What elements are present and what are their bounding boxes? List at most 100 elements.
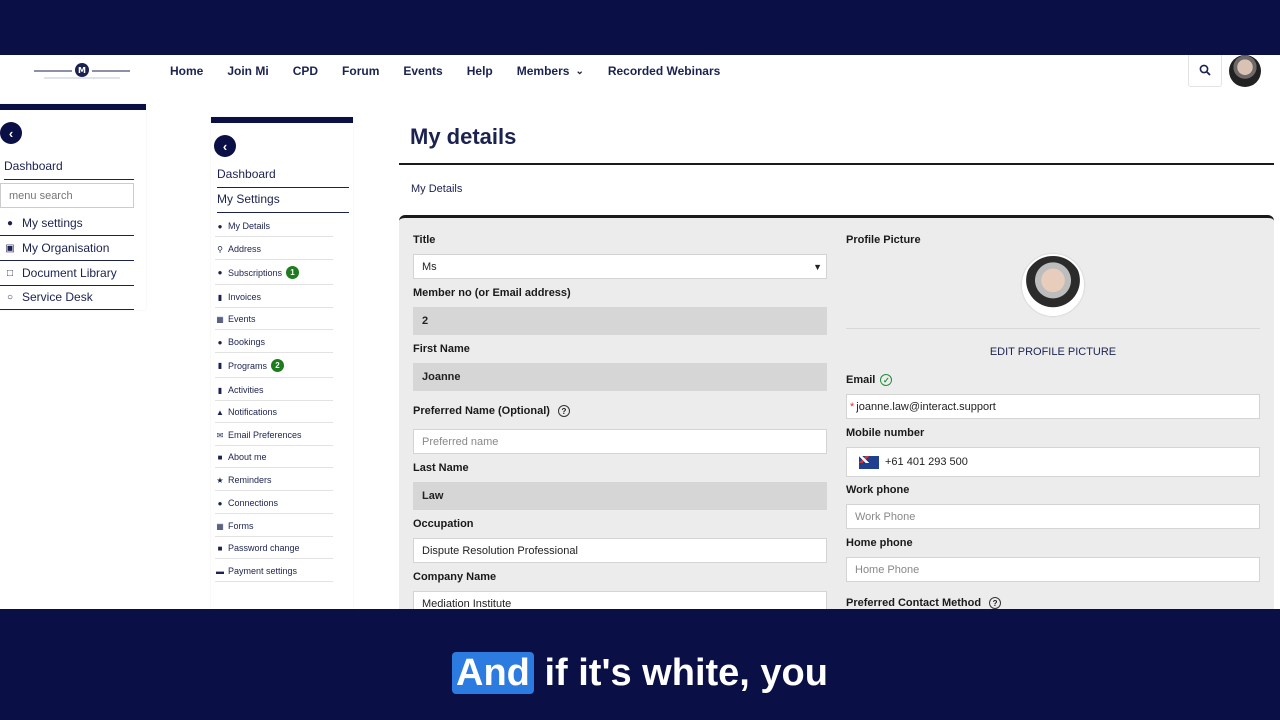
nav-forum[interactable]: Forum bbox=[342, 63, 379, 79]
last-name-field: Law bbox=[413, 482, 827, 510]
main-nav: Home Join Mi CPD Forum Events Help Membe… bbox=[170, 63, 744, 79]
sidebar-item-my-organisation[interactable]: ▣ My Organisation bbox=[0, 241, 134, 261]
australia-flag-icon[interactable] bbox=[859, 455, 879, 469]
user-avatar[interactable] bbox=[1229, 55, 1261, 87]
sidebar-item-label: Activities bbox=[228, 385, 264, 395]
sidebar-item-label: Notifications bbox=[228, 407, 278, 417]
help-icon[interactable]: ? bbox=[989, 597, 1002, 609]
first-name-field: Joanne bbox=[413, 363, 827, 391]
credit-card-icon: ▬ bbox=[216, 566, 224, 576]
site-logo[interactable]: M bbox=[34, 60, 130, 82]
first-name-label: First Name bbox=[413, 343, 470, 355]
sidebar-item-bookings[interactable]: ● Bookings bbox=[215, 337, 333, 353]
work-phone-input[interactable]: Work Phone bbox=[846, 504, 1260, 529]
sidebar-item-dashboard[interactable]: Dashboard bbox=[217, 167, 349, 188]
nav-cpd[interactable]: CPD bbox=[293, 63, 318, 79]
company-name-input[interactable]: Mediation Institute bbox=[413, 591, 827, 609]
sidebar-item-programs[interactable]: ▮ Programs 2 bbox=[215, 359, 333, 378]
sidebar-item-label: Email Preferences bbox=[228, 430, 302, 440]
home-phone-input[interactable]: Home Phone bbox=[846, 557, 1260, 582]
profile-divider bbox=[846, 328, 1260, 329]
contact-method-label-text: Preferred Contact Method bbox=[846, 597, 982, 609]
title-label: Title bbox=[413, 234, 436, 246]
sidebar-item-my-settings[interactable]: ● My settings bbox=[0, 216, 134, 236]
sidebar-item-payment-settings[interactable]: ▬ Payment settings bbox=[215, 566, 333, 582]
profile-picture bbox=[1022, 254, 1084, 316]
sidebar-item-reminders[interactable]: ★ Reminders bbox=[215, 475, 333, 491]
back-arrow-icon[interactable]: ‹ bbox=[214, 135, 236, 157]
title-select-value: Ms bbox=[422, 260, 437, 273]
preferred-name-input[interactable]: Preferred name bbox=[413, 429, 827, 454]
sidebar-item-subscriptions[interactable]: ● Subscriptions 1 bbox=[215, 266, 333, 285]
caption-highlight-word: And bbox=[452, 652, 534, 694]
email-input-value: joanne.law@interact.support bbox=[856, 400, 996, 413]
nav-members[interactable]: Members ⌄ bbox=[517, 63, 584, 79]
help-icon[interactable]: ? bbox=[557, 405, 570, 417]
sidebar-item-about-me[interactable]: ■ About me bbox=[215, 452, 333, 468]
clipboard-icon: ▮ bbox=[217, 361, 223, 370]
mobile-number-input[interactable]: +61 401 293 500 bbox=[846, 447, 1260, 477]
nav-members-label: Members bbox=[516, 64, 570, 78]
search-button[interactable] bbox=[1188, 55, 1222, 87]
last-name-label: Last Name bbox=[413, 462, 469, 474]
details-form-card: Title Ms ▼ Member no (or Email address) 2… bbox=[399, 215, 1274, 609]
sidebar-item-forms[interactable]: ▦ Forms bbox=[215, 521, 333, 537]
member-no-field: 2 bbox=[413, 307, 827, 335]
lock-icon: ■ bbox=[217, 543, 223, 553]
nav-events[interactable]: Events bbox=[403, 63, 442, 79]
work-phone-label: Work phone bbox=[846, 484, 910, 496]
calendar-icon: ▦ bbox=[216, 314, 224, 324]
sidebar-item-label: Bookings bbox=[228, 337, 266, 347]
document-icon: □ bbox=[6, 267, 14, 279]
sidebar-item-connections[interactable]: ● Connections bbox=[215, 498, 333, 514]
page-title: My details bbox=[410, 124, 517, 149]
nav-help[interactable]: Help bbox=[467, 63, 493, 79]
sidebar-item-invoices[interactable]: ▮ Invoices bbox=[215, 292, 333, 308]
sidebar-item-label: Service Desk bbox=[22, 290, 93, 304]
sidebar-item-label: Reminders bbox=[228, 475, 272, 485]
occupation-input[interactable]: Dispute Resolution Professional bbox=[413, 538, 827, 563]
preferred-name-label-text: Preferred Name (Optional) bbox=[413, 405, 550, 417]
sidebar-item-address[interactable]: ⚲ Address bbox=[215, 244, 333, 260]
preferred-contact-method-label: Preferred Contact Method? bbox=[846, 597, 1002, 609]
nav-join-mi[interactable]: Join Mi bbox=[227, 63, 268, 79]
chevron-down-icon: ⌄ bbox=[575, 65, 584, 77]
svg-text:M: M bbox=[78, 66, 86, 75]
sidebar-item-label: Invoices bbox=[228, 292, 262, 302]
nav-recorded-webinars[interactable]: Recorded Webinars bbox=[608, 63, 720, 79]
briefcase-icon: ■ bbox=[217, 452, 223, 462]
sidebar-item-notifications[interactable]: ▲ Notifications bbox=[215, 407, 333, 423]
file-icon: ▮ bbox=[217, 292, 223, 302]
sidebar-item-email-preferences[interactable]: ✉ Email Preferences bbox=[215, 430, 333, 446]
sidebar-item-label: About me bbox=[228, 452, 267, 462]
caption-text: if it's white, you bbox=[533, 652, 828, 694]
map-pin-icon: ⚲ bbox=[217, 244, 223, 254]
sidebar-item-password-change[interactable]: ■ Password change bbox=[215, 543, 333, 559]
email-input[interactable]: * joanne.law@interact.support bbox=[846, 394, 1260, 419]
preferred-name-label: Preferred Name (Optional)? bbox=[413, 405, 570, 417]
star-icon: ★ bbox=[216, 475, 224, 485]
sidebar-item-document-library[interactable]: □ Document Library bbox=[0, 266, 134, 286]
user-gear-icon: ● bbox=[6, 217, 14, 229]
title-select[interactable]: Ms ▼ bbox=[413, 254, 827, 279]
sidebar-item-my-details[interactable]: ● My Details bbox=[215, 221, 333, 237]
sidebar-item-activities[interactable]: ▮ Activities bbox=[215, 385, 333, 401]
sidebar-item-events[interactable]: ▦ Events bbox=[215, 314, 333, 330]
sidebar-item-label: Subscriptions bbox=[228, 267, 283, 278]
title-divider bbox=[399, 163, 1274, 165]
sidebar-item-label: Payment settings bbox=[228, 566, 298, 576]
back-arrow-icon[interactable]: ‹ bbox=[0, 122, 22, 144]
sidebar-section-my-settings[interactable]: My Settings bbox=[217, 192, 349, 213]
menu-search-input[interactable] bbox=[0, 183, 134, 208]
breadcrumb[interactable]: My Details bbox=[411, 183, 462, 195]
video-caption: And if it's white, you bbox=[0, 652, 1280, 695]
email-label-text: Email bbox=[846, 374, 876, 386]
member-no-label: Member no (or Email address) bbox=[413, 287, 571, 299]
edit-profile-picture-link[interactable]: EDIT PROFILE PICTURE bbox=[846, 346, 1260, 358]
sidebar-item-service-desk[interactable]: ○ Service Desk bbox=[0, 290, 134, 310]
nav-home[interactable]: Home bbox=[170, 63, 203, 79]
sidebar-item-dashboard[interactable]: Dashboard bbox=[4, 159, 134, 180]
search-icon bbox=[1199, 64, 1211, 76]
sidebar-item-label: Programs bbox=[228, 360, 268, 371]
headset-icon: ○ bbox=[6, 291, 14, 303]
